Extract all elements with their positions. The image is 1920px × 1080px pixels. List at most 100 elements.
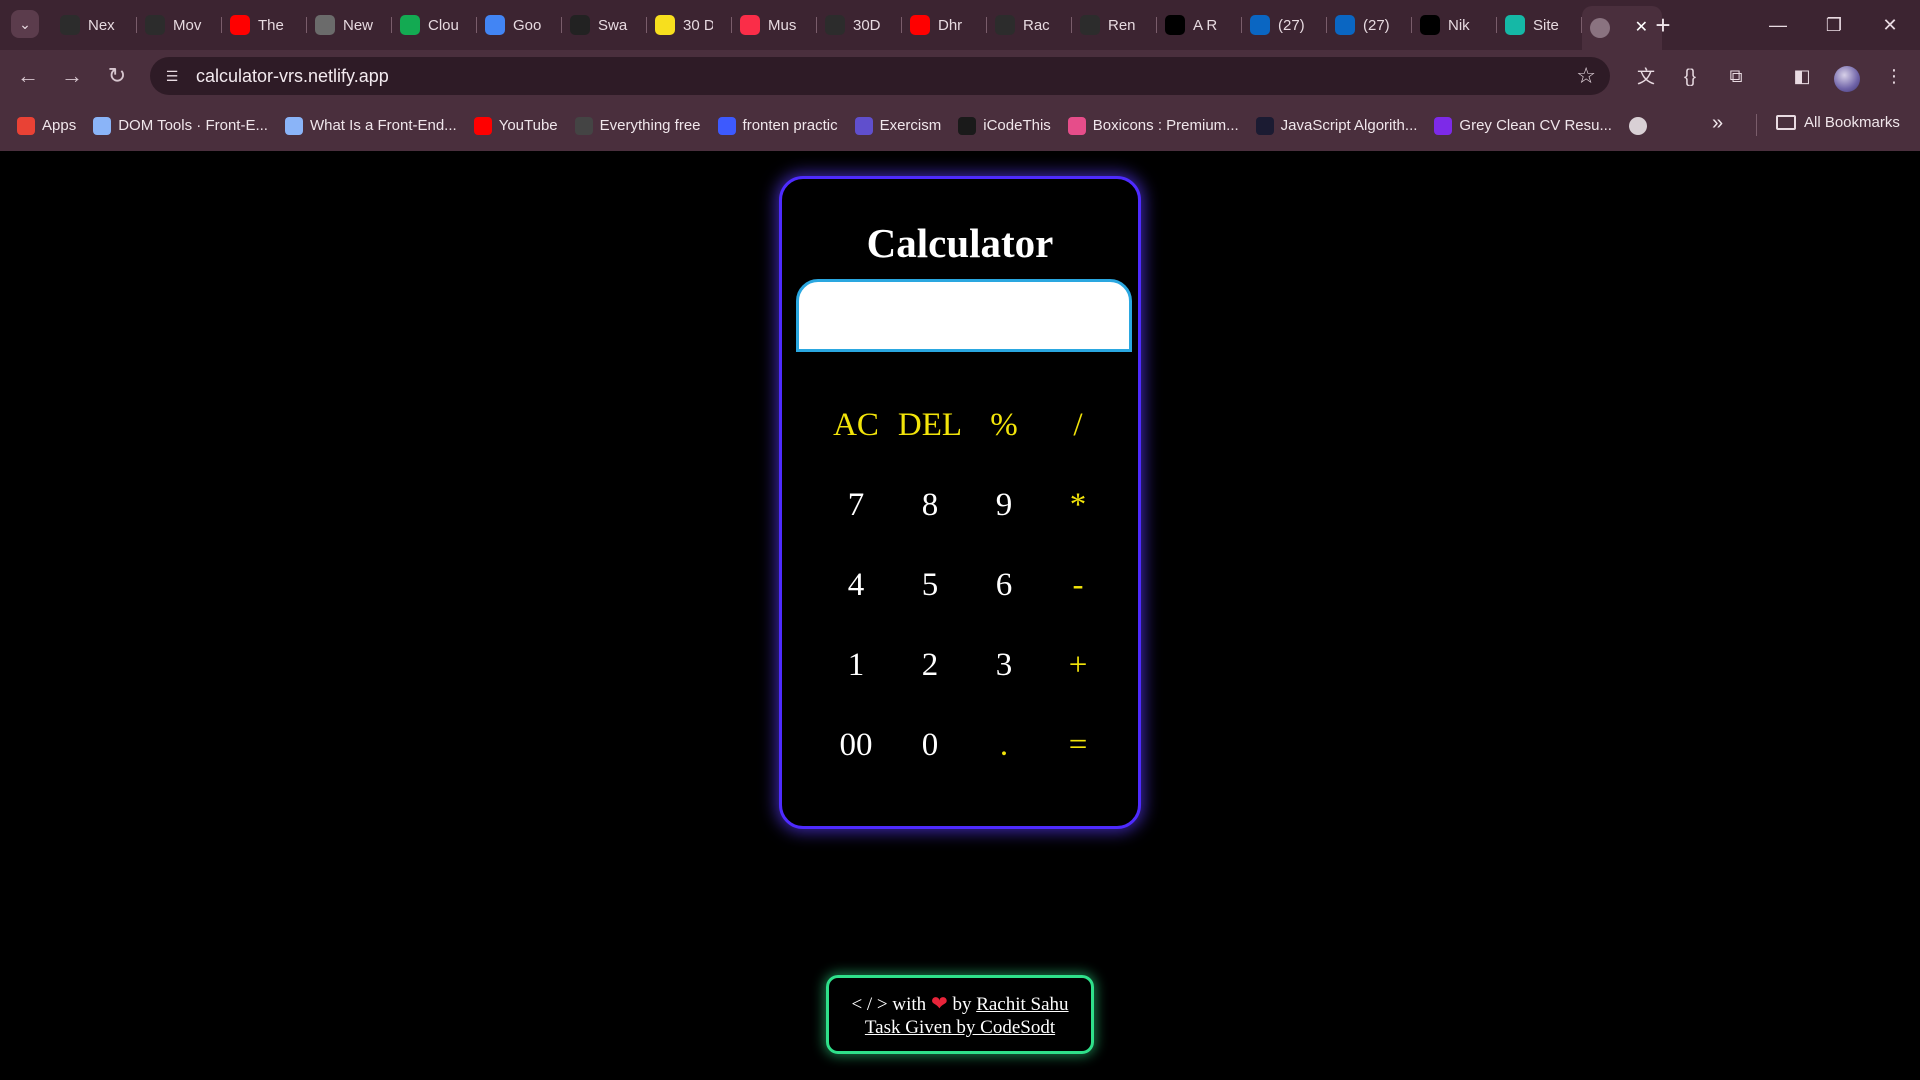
new-tab-button[interactable]: +	[1648, 10, 1678, 40]
bookmark-item[interactable]: Apps	[17, 116, 76, 135]
browser-tab[interactable]: Dhr	[902, 6, 987, 44]
plus-icon: +	[1655, 9, 1671, 40]
side-panel-icon[interactable]: ◧	[1788, 62, 1816, 90]
key-percent-button[interactable]: %	[967, 385, 1041, 465]
bookmark-item[interactable]: YouTube	[473, 116, 558, 135]
bookmark-item[interactable]: What Is a Front-End...	[284, 116, 457, 135]
browser-tab[interactable]: Clou	[392, 6, 477, 44]
key-multiply-button[interactable]: *	[1041, 465, 1115, 545]
key-6-button[interactable]: 6	[967, 545, 1041, 625]
mongodb-leaf-icon	[400, 15, 420, 35]
key-4-button[interactable]: 4	[819, 545, 893, 625]
key-7-button[interactable]: 7	[819, 465, 893, 545]
browser-tab[interactable]: 30D	[817, 6, 902, 44]
book-icon	[93, 116, 112, 135]
tab-title: Site	[1533, 16, 1559, 34]
bookmark-star-icon[interactable]: ☆	[1576, 63, 1596, 89]
netlify-icon	[1505, 15, 1525, 35]
browser-tab[interactable]: Mov	[137, 6, 222, 44]
github-icon	[825, 15, 845, 35]
browser-tab[interactable]: 30 D	[647, 6, 732, 44]
fcc-icon	[1255, 116, 1274, 135]
bookmark-item[interactable]: Boxicons : Premium...	[1067, 116, 1239, 135]
restore-button[interactable]: ❐	[1814, 10, 1854, 40]
browser-tab[interactable]: Rac	[987, 6, 1072, 44]
browser-tab[interactable]: Goo	[477, 6, 562, 44]
browser-tab[interactable]: A R	[1157, 6, 1242, 44]
author-link[interactable]: Rachit Sahu	[976, 994, 1068, 1015]
extensions-puzzle-icon[interactable]: ⧉	[1722, 62, 1750, 90]
arrow-right-icon: →	[61, 63, 83, 88]
translate-extension-icon[interactable]: 文	[1632, 62, 1660, 90]
ss-icon	[570, 15, 590, 35]
back-button[interactable]: ←	[12, 60, 44, 92]
key-0-button[interactable]: 0	[893, 705, 967, 785]
key-2-button[interactable]: 2	[893, 625, 967, 705]
key-5-button[interactable]: 5	[893, 545, 967, 625]
bookmark-label: iCodeThis	[983, 117, 1051, 134]
browser-tab[interactable]: Nik	[1412, 6, 1497, 44]
key-delete-button[interactable]: DEL	[893, 385, 967, 465]
address-bar[interactable]: ☰ calculator-vrs.netlify.app ☆	[150, 57, 1610, 95]
globe-icon	[1628, 116, 1647, 135]
browser-tab[interactable]: Nex	[52, 6, 137, 44]
url-text[interactable]: calculator-vrs.netlify.app	[196, 66, 389, 87]
music-icon	[740, 15, 760, 35]
browser-tab[interactable]: New	[307, 6, 392, 44]
menu-dots-icon[interactable]: ⋮	[1880, 62, 1908, 90]
bookmarks-overflow-icon[interactable]: »	[1712, 112, 1723, 135]
tab-title: (27)	[1278, 16, 1305, 34]
key-add-button[interactable]: +	[1041, 625, 1115, 705]
bookmarks-divider	[1756, 114, 1757, 136]
bookmark-item[interactable]: fronten practic	[717, 116, 838, 135]
tab-search-button[interactable]: ⌄	[11, 10, 39, 38]
tab-title: (27)	[1363, 16, 1390, 34]
js-icon	[655, 15, 675, 35]
canva-icon	[1434, 116, 1453, 135]
calculator-keypad: AC DEL%/ 7 8 9 * 4 5 6- 1 2 3 +00 0. =	[819, 385, 1115, 785]
bookmark-item[interactable]: iCodeThis	[958, 116, 1051, 135]
key-divide-button[interactable]: /	[1041, 385, 1115, 465]
openai-icon	[60, 15, 80, 35]
bookmark-item[interactable]	[1628, 116, 1654, 135]
key-clear-button[interactable]: AC	[819, 385, 893, 465]
json-extension-icon[interactable]: {}	[1676, 62, 1704, 90]
key-1-button[interactable]: 1	[819, 625, 893, 705]
tab-title: Mov	[173, 16, 202, 34]
key-equals-button[interactable]: =	[1041, 705, 1115, 785]
bookmark-item[interactable]: DOM Tools · Front-E...	[93, 116, 268, 135]
task-link[interactable]: Task Given by CodeSodt	[865, 1017, 1055, 1038]
key-9-button[interactable]: 9	[967, 465, 1041, 545]
minimize-button[interactable]: —	[1758, 10, 1798, 40]
site-info-icon[interactable]: ☰	[162, 66, 182, 86]
tab-title: Ren	[1108, 16, 1136, 34]
profile-avatar[interactable]	[1834, 66, 1860, 92]
browser-tab[interactable]: (27)	[1242, 6, 1327, 44]
key-3-button[interactable]: 3	[967, 625, 1041, 705]
browser-tab[interactable]: Site	[1497, 6, 1582, 44]
bookmark-item[interactable]: Exercism	[854, 116, 941, 135]
with-text: with	[892, 994, 927, 1015]
browser-tab[interactable]: Ren	[1072, 6, 1157, 44]
browser-tab[interactable]: Swa	[562, 6, 647, 44]
close-window-button[interactable]: ✕	[1870, 10, 1910, 40]
folder-icon	[1776, 115, 1796, 130]
close-tab-icon[interactable]: ✕	[1635, 17, 1648, 37]
reload-button[interactable]: ↻	[101, 60, 133, 92]
browser-tab[interactable]: The	[222, 6, 307, 44]
bookmark-label: JavaScript Algorith...	[1280, 117, 1418, 134]
key-double-zero-button[interactable]: 00	[819, 705, 893, 785]
bookmark-item[interactable]: JavaScript Algorith...	[1255, 116, 1418, 135]
key-subtract-button[interactable]: -	[1041, 545, 1115, 625]
calculator-display[interactable]	[796, 279, 1132, 352]
browser-tab[interactable]: Mus	[732, 6, 817, 44]
browser-tab[interactable]: (27)	[1327, 6, 1412, 44]
all-bookmarks-button[interactable]: All Bookmarks	[1776, 114, 1900, 131]
github-icon	[574, 116, 593, 135]
triangle-icon	[1420, 15, 1440, 35]
key-8-button[interactable]: 8	[893, 465, 967, 545]
bookmark-item[interactable]: Everything free	[574, 116, 701, 135]
forward-button[interactable]: →	[56, 60, 88, 92]
key-decimal-button[interactable]: .	[967, 705, 1041, 785]
bookmark-item[interactable]: Grey Clean CV Resu...	[1434, 116, 1612, 135]
